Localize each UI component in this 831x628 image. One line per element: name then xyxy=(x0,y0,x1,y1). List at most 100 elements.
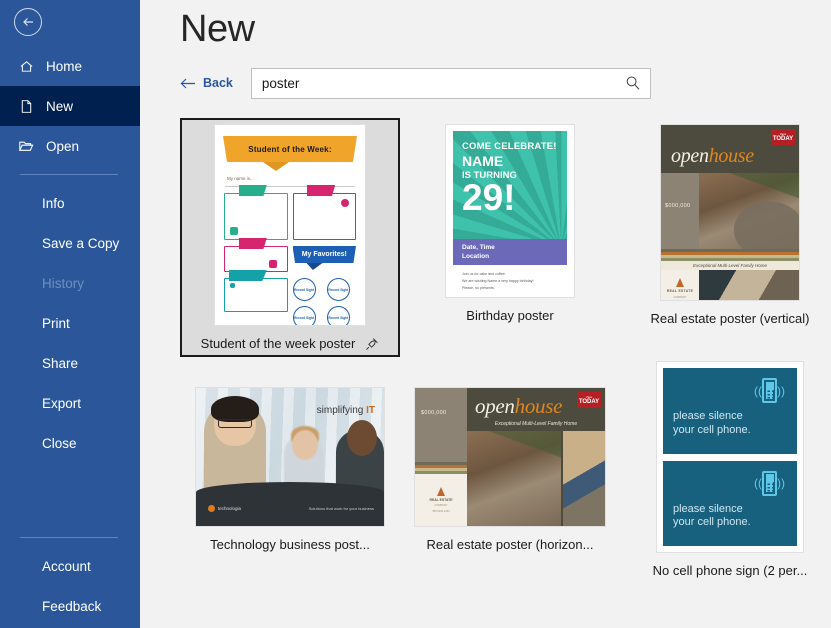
sw-favorites-banner: My Favorites! xyxy=(293,246,357,263)
tb-dark-bar xyxy=(196,482,384,526)
ncp-line1: please silence xyxy=(673,410,751,424)
ncp-line1: please silence xyxy=(673,503,751,517)
sidebar-item-history: History xyxy=(0,263,140,303)
back-arrow-circle-icon[interactable] xyxy=(14,8,42,36)
sidebar-item-close[interactable]: Close xyxy=(0,423,140,463)
template-caption: Real estate poster (horizon... xyxy=(406,537,614,552)
sidebar-item-info[interactable]: Info xyxy=(0,183,140,223)
ohv-bottom: REAL ESTATE COMPANY 555 0100 1234 xyxy=(661,270,799,300)
template-caption-text: Real estate poster (vertical) xyxy=(651,311,810,326)
sw-flag-4 xyxy=(229,270,267,281)
badge-big-text: TODAY xyxy=(579,399,599,405)
ohh-left-column: $000,000 REAL ESTATE xyxy=(415,388,467,526)
bd-detail-bar: Date, Time Location xyxy=(453,239,567,265)
ohv-price-panel: $000,000 xyxy=(661,173,699,249)
sidebar-item-share[interactable]: Share xyxy=(0,343,140,383)
agent-name: REAL ESTATE xyxy=(430,498,453,502)
person-3-head xyxy=(347,420,377,456)
sw-box-1 xyxy=(224,193,288,240)
sw-chip-3 xyxy=(269,260,277,268)
tagline-a: simplifying xyxy=(317,405,366,416)
sidebar-item-label: Feedback xyxy=(42,599,101,614)
logo-dot-icon xyxy=(208,505,215,512)
ohh-photo-row xyxy=(467,431,605,526)
title-part-b: house xyxy=(515,394,563,418)
template-card-student-of-the-week-poster[interactable]: Student of the Week: My name is... xyxy=(180,118,400,357)
wave-left-icon: (( xyxy=(754,385,762,397)
document-icon xyxy=(16,96,36,116)
template-thumbnail: Student of the Week: My name is... xyxy=(214,124,366,326)
birthday-poster-art: COME CELEBRATE! NAME IS TURNING 29! Date… xyxy=(446,125,574,297)
sidebar-item-home[interactable]: Home xyxy=(0,46,140,86)
sw-chip-2 xyxy=(341,199,349,207)
ncp-line2: your cell phone. xyxy=(673,424,751,438)
sidebar-item-label: Save a Copy xyxy=(42,236,119,251)
template-card-technology-business-poster[interactable]: simplifying IT technologia Solutions tha… xyxy=(180,381,400,558)
agent-card: REAL ESTATE COMPANY 555 0100 1234 xyxy=(661,270,699,300)
template-caption-text: No cell phone sign (2 per... xyxy=(653,563,808,578)
template-card-real-estate-poster-vertical[interactable]: View TODAY openhouse $000,000 xyxy=(620,118,831,332)
leaf-logo-icon xyxy=(676,278,684,287)
sidebar-item-label: Home xyxy=(46,59,82,74)
search-box[interactable] xyxy=(251,68,651,99)
agent-sub: COMPANY xyxy=(674,296,687,299)
search-input[interactable] xyxy=(262,76,622,91)
ohh-stripes xyxy=(415,462,467,474)
sw-circle: Record Sight xyxy=(327,278,350,301)
ohv-caption-line: Exceptional Multi-Level Family Home xyxy=(661,261,799,270)
template-card-no-cell-phone-sign[interactable]: (( )) please silence your cell phone. xyxy=(620,355,831,584)
tb-logo: technologia xyxy=(208,505,241,512)
template-thumbnail: (( )) please silence your cell phone. xyxy=(656,361,804,553)
sw-box-2 xyxy=(293,193,357,240)
wave-right-icon: )) xyxy=(777,385,785,397)
bd-line2: NAME xyxy=(462,154,558,169)
house-photo xyxy=(467,431,561,526)
person-2-head xyxy=(292,430,318,460)
template-cell: COME CELEBRATE! NAME IS TURNING 29! Date… xyxy=(400,118,620,357)
sw-banner-tail xyxy=(263,162,289,171)
template-card-real-estate-poster-horizontal[interactable]: $000,000 REAL ESTATE xyxy=(400,381,620,558)
back-link[interactable]: Back xyxy=(180,76,233,90)
sidebar-item-save-a-copy[interactable]: Save a Copy xyxy=(0,223,140,263)
template-thumbnail: View TODAY openhouse $000,000 xyxy=(660,124,800,301)
sw-favorites-text: My Favorites! xyxy=(302,251,347,258)
pin-icon[interactable] xyxy=(365,337,379,351)
leaf-logo-icon xyxy=(437,487,445,496)
open-house-vertical-art: View TODAY openhouse $000,000 xyxy=(661,125,799,300)
main-content: New Back xyxy=(140,0,831,628)
sidebar-item-account[interactable]: Account xyxy=(0,546,140,586)
sidebar-item-print[interactable]: Print xyxy=(0,303,140,343)
sw-banner-text: Student of the Week: xyxy=(248,145,331,154)
badge-big-text: TODAY xyxy=(773,136,793,142)
sidebar-item-open[interactable]: Open xyxy=(0,126,140,166)
cell-phone-ringing-icon: (( )) xyxy=(754,378,785,403)
wave-left-icon: (( xyxy=(754,477,762,489)
sidebar-item-new[interactable]: New xyxy=(0,86,140,126)
ncp-text-2: please silence your cell phone. xyxy=(673,503,751,531)
sidebar-item-label: Open xyxy=(46,139,79,154)
ncp-panel-1: (( )) please silence your cell phone. xyxy=(663,368,797,454)
template-card-birthday-poster[interactable]: COME CELEBRATE! NAME IS TURNING 29! Date… xyxy=(400,118,620,329)
search-icon[interactable] xyxy=(622,75,644,91)
template-thumbnail: simplifying IT technologia Solutions tha… xyxy=(195,387,385,527)
sidebar-item-label: Export xyxy=(42,396,81,411)
ncp-text-1: please silence your cell phone. xyxy=(673,410,751,438)
bd-bar-line2: Location xyxy=(462,253,558,262)
wave-right-icon: )) xyxy=(777,477,785,489)
home-icon xyxy=(16,56,36,76)
sidebar-item-feedback[interactable]: Feedback xyxy=(0,586,140,626)
sw-circle: Record Sight xyxy=(293,306,316,325)
sidebar-spacer xyxy=(0,463,140,529)
sw-flag-3 xyxy=(239,238,267,249)
agent-card: REAL ESTATE COMPANY 555 0100 1234 xyxy=(415,474,467,526)
sw-row-2: My Favorites! xyxy=(224,246,356,272)
agent-phone: 555 0100 1234 xyxy=(432,510,449,513)
title-part-a: open xyxy=(475,394,515,418)
sidebar-bottom-group: Account Feedback xyxy=(0,546,140,628)
ohv-stripes xyxy=(661,249,799,261)
sidebar-item-export[interactable]: Export xyxy=(0,383,140,423)
title-part-b: house xyxy=(709,145,754,167)
person-1-glasses xyxy=(218,419,252,428)
stripe xyxy=(661,258,799,261)
bd-hero: COME CELEBRATE! NAME IS TURNING 29! xyxy=(453,131,567,239)
